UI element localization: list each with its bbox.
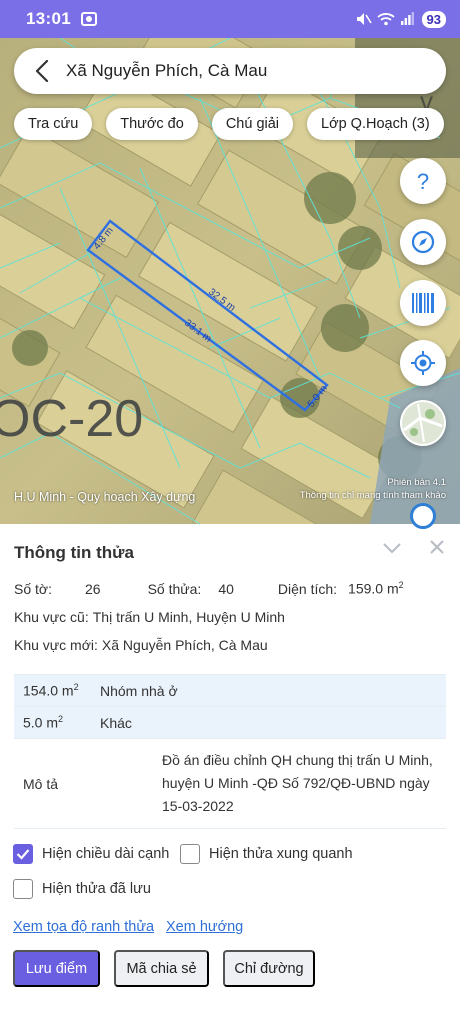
search-bar[interactable]: Xã Nguyễn Phích, Cà Mau [14,48,446,94]
mo-ta-label: Mô tả [23,775,59,792]
show-neighbors-label: Hiện thửa xung quanh [209,846,353,862]
back-arrow-icon[interactable] [30,59,54,83]
so-to-value: 26 [84,580,101,597]
zone-label: OC-20 [0,390,143,448]
share-code-button[interactable]: Mã chia sẻ [114,950,209,987]
show-edge-length-checkbox[interactable] [13,844,33,864]
help-button[interactable]: ? [400,158,446,204]
khu-vuc-cu-label: Khu vực cũ: [14,609,89,625]
land-use-area: 5.0 m2 [23,714,64,731]
map-disclaimer: Thông tin chỉ mang tính tham khảo [299,490,446,501]
screen-record-icon [80,12,97,26]
khu-vuc-cu-row: Khu vực cũ: Thị trấn U Minh, Huyện U Min… [14,609,285,625]
view-boundary-coords-link[interactable]: Xem tọa độ ranh thửa [13,919,154,935]
map-layer-caption: H.U Minh - Quy hoạch Xây dựng [14,490,196,504]
table-row: 154.0 m2 Nhóm nhà ở [14,675,446,707]
land-use-table: 154.0 m2 Nhóm nhà ở 5.0 m2 Khác Mô tả Đồ… [14,674,446,829]
mute-icon [356,12,372,26]
show-saved-checkbox[interactable] [13,879,33,899]
locate-me-button[interactable] [400,340,446,386]
chip-tra-cuu[interactable]: Tra cứu [14,108,93,140]
parcel-id-row: Số tờ: 26 Số thửa: 40 Diện tích: 159.0 m… [14,580,446,597]
status-bar: 13:01 93 [0,0,460,38]
show-edge-length-option[interactable]: Hiện chiều dài cạnh [13,844,169,864]
so-thua-label: Số thửa: [147,580,202,597]
dien-tich-label: Diện tích: [277,580,338,597]
table-row: 5.0 m2 Khác [14,707,446,739]
land-use-area: 154.0 m2 [23,682,79,699]
map-version: Phiên bản 4.1 [387,477,446,488]
check-icon [16,849,30,860]
barcode-button[interactable] [400,280,446,326]
compass-icon [411,230,435,254]
barcode-icon [412,293,434,313]
directions-button[interactable]: Chỉ đường [223,950,315,987]
show-neighbors-checkbox[interactable] [180,844,200,864]
show-edge-length-label: Hiện chiều dài cạnh [42,846,170,862]
chevron-down-icon[interactable] [382,540,402,556]
sheet-title: Thông tin thửa [14,543,134,562]
signal-icon [400,12,414,26]
compass-button[interactable] [400,219,446,265]
table-row-description: Mô tả Đồ án điều chỉnh QH chung thị trấn… [14,739,446,829]
dien-tich-value: 159.0 m2 [348,580,404,597]
show-neighbors-option[interactable]: Hiện thửa xung quanh [180,844,353,864]
so-thua-value: 40 [218,580,234,597]
mo-ta-value: Đồ án điều chỉnh QH chung thị trấn U Min… [162,752,433,814]
locate-icon [411,351,435,375]
khu-vuc-moi-row: Khu vực mới: Xã Nguyễn Phích, Cà Mau [14,637,268,653]
map-drag-handle[interactable] [410,503,436,529]
help-icon: ? [417,169,429,194]
chip-lop-quy-hoach[interactable]: Lớp Q.Hoạch (3) [307,108,444,140]
khu-vuc-moi-value: Xã Nguyễn Phích, Cà Mau [101,637,268,653]
map-thumbnail-icon [402,402,444,444]
status-time: 13:01 [26,9,71,28]
chip-chu-giai[interactable]: Chú giải [211,108,294,140]
show-saved-option[interactable]: Hiện thửa đã lưu [13,879,151,899]
status-icons: 93 [356,10,446,28]
khu-vuc-cu-value: Thị trấn U Minh, Huyện U Minh [92,609,285,625]
map-toolbar-chips: Tra cứu Thước đo Chú giải Lớp Q.Hoạch (3… [14,108,444,140]
land-use-type: Khác [100,714,132,731]
land-use-type: Nhóm nhà ở [100,682,178,699]
battery-indicator: 93 [421,10,446,28]
svg-text:?: ? [417,169,429,194]
so-to-label: Số tờ: [14,580,52,597]
chip-thuoc-do[interactable]: Thước đo [106,108,198,140]
view-direction-link[interactable]: Xem hướng [166,919,243,935]
close-icon[interactable] [428,538,446,556]
show-saved-label: Hiện thửa đã lưu [42,881,151,897]
save-point-button[interactable]: Lưu điểm [13,950,100,987]
parcel-info-sheet: Thông tin thửa Số tờ: 26 Số thửa: 40 Diệ… [0,524,460,1024]
wifi-icon [376,12,395,26]
base-map-switch-button[interactable] [400,400,446,446]
khu-vuc-moi-label: Khu vực mới: [14,637,98,653]
search-location-text[interactable]: Xã Nguyễn Phích, Cà Mau [66,61,267,81]
